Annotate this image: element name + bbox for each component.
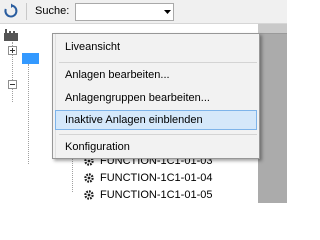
toolbar-separator [26,3,27,20]
tree-line [28,64,29,164]
menu-separator [59,134,257,135]
menu-separator [59,62,257,63]
menu-item-anlagen-bearbeiten[interactable]: Anlagen bearbeiten... [55,65,257,85]
menu-item-inaktive-anlagen-einblenden[interactable]: Inaktive Anlagen einblenden [55,110,257,130]
side-panel-header [258,24,287,34]
context-menu: Liveansicht Anlagen bearbeiten... Anlage… [52,33,260,159]
side-panel [258,24,287,203]
tree-expander[interactable] [8,80,17,89]
selected-tree-node-label: B1 [24,29,36,39]
selected-tree-node[interactable] [22,53,39,64]
menu-item-liveansicht[interactable]: Liveansicht [55,37,257,57]
search-input[interactable] [77,5,157,19]
factory-icon [4,29,18,41]
gear-icon [84,190,94,200]
menu-item-anlagengruppen-bearbeiten[interactable]: Anlagengruppen bearbeiten... [55,88,257,108]
refresh-icon[interactable] [3,3,19,19]
chevron-down-icon[interactable] [164,10,171,15]
gear-icon [84,173,94,183]
search-label: Suche: [35,5,70,17]
tree-row-label: FUNCTION-1C1-01-04 [100,172,213,184]
menu-item-konfiguration[interactable]: Konfiguration [55,137,257,157]
tree-row-label: FUNCTION-1C1-01-05 [100,189,213,201]
toolbar: Suche: [0,0,287,24]
search-combobox[interactable] [75,3,174,21]
tree-expander[interactable] [8,46,17,55]
